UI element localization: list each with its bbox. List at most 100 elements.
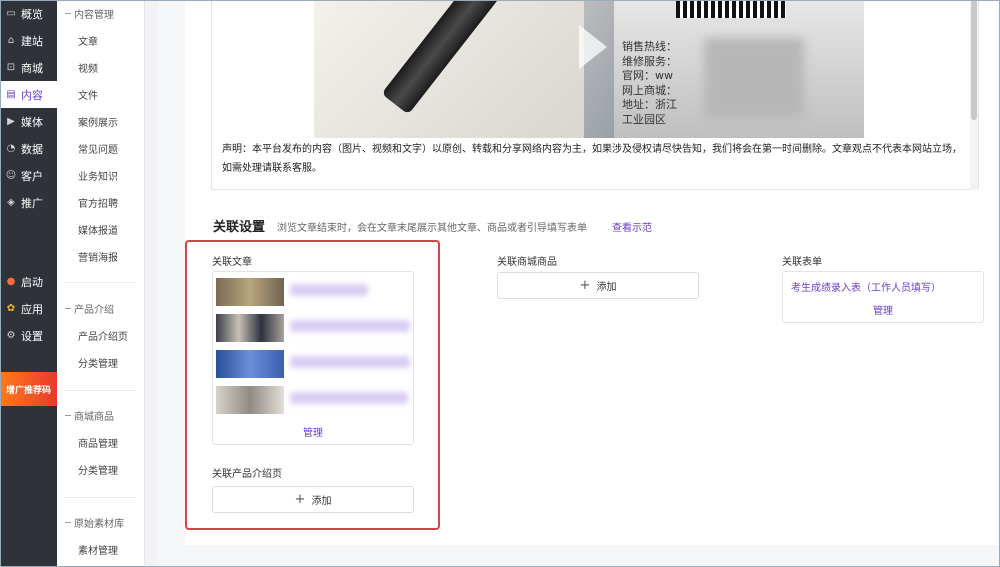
subnav-item-posters[interactable]: 营销海报 [57, 243, 145, 270]
nav-item-label: 推广 [21, 196, 43, 210]
nav-item-overview[interactable]: ▭ 概览 [0, 0, 57, 27]
add-mall-goods-button[interactable]: + 添加 [497, 272, 699, 299]
nav-item-label: 建站 [21, 34, 43, 48]
divider [65, 390, 135, 391]
blurred-title [290, 356, 410, 368]
nav-item-apps[interactable]: ✿ 应用 [0, 295, 57, 322]
list-item[interactable] [216, 386, 412, 414]
promo-badge[interactable]: 增广推荐码 [0, 372, 57, 406]
nav-item-content[interactable]: ▤ 内容 [0, 81, 57, 108]
group-title: 原始素材库 [57, 509, 145, 536]
related-product-page-label: 关联产品介绍页 [212, 469, 282, 480]
group-title-label: 原始素材库 [74, 519, 124, 530]
subnav-item-knowledge[interactable]: 业务知识 [57, 162, 145, 189]
subnav-group-mall: 商城商品 商品管理 分类管理 [57, 402, 145, 483]
scrollbar-thumb[interactable] [971, 0, 977, 120]
blurred-title [290, 320, 410, 332]
nav-item-label: 应用 [21, 302, 43, 316]
article-statement: 声明：本平台发布的内容（图片、视频和文字）以原创、转载和分享网络内容为主，如果涉… [222, 144, 962, 174]
home-icon: ⌂ [7, 35, 15, 46]
list-item[interactable] [216, 314, 412, 342]
rocket-icon: ● [6, 276, 16, 287]
nav-item-site[interactable]: ⌂ 建站 [0, 27, 57, 54]
dash-icon [65, 13, 71, 14]
group-title: 商城商品 [57, 402, 145, 429]
apps-icon: ✿ [6, 303, 16, 314]
nav-item-promote[interactable]: ◈ 推广 [0, 189, 57, 216]
nav-item-label: 启动 [21, 275, 43, 289]
group-title: 产品介绍 [57, 295, 145, 322]
article-preview[interactable]: 销售热线： 维修服务： 官网：ww 网上商城： 地址：浙江 工业园区 声明：本平… [211, 0, 979, 190]
subnav-group-material: 原始素材库 素材管理 [57, 509, 145, 563]
subnav-item-cases[interactable]: 案例展示 [57, 108, 145, 135]
nav-item-label: 数据 [21, 142, 43, 156]
subnav-item-article[interactable]: 文章 [57, 27, 145, 54]
nav-item-media[interactable]: ▶ 媒体 [0, 108, 57, 135]
subnav-item-faq[interactable]: 常见问题 [57, 135, 145, 162]
subnav-item-video[interactable]: 视频 [57, 54, 145, 81]
subnav-item-product-category[interactable]: 分类管理 [57, 349, 145, 376]
article-thumbnail [216, 386, 284, 414]
article-thumbnail [216, 314, 284, 342]
form-name-link[interactable]: 考生成绩录入表（工作人员填写） [791, 279, 941, 294]
view-example-link[interactable]: 查看示范 [612, 219, 652, 234]
list-item[interactable] [216, 350, 412, 378]
divider [65, 497, 135, 498]
nav-item-customer[interactable]: ☺ 客户 [0, 162, 57, 189]
nav-item-label: 客户 [21, 169, 43, 183]
group-title-label: 产品介绍 [74, 305, 114, 316]
list-item[interactable] [216, 278, 412, 306]
nav-item-launch[interactable]: ● 启动 [0, 268, 57, 295]
related-articles-label: 关联文章 [212, 257, 252, 268]
document-icon: ▤ [6, 89, 16, 100]
gear-icon: ⚙ [6, 330, 16, 341]
subnav-item-goods-category[interactable]: 分类管理 [57, 456, 145, 483]
section-title: 关联设置 [213, 220, 266, 235]
dash-icon [65, 522, 71, 523]
article-image: 销售热线： 维修服务： 官网：ww 网上商城： 地址：浙江 工业园区 [314, 0, 864, 138]
dash-icon [65, 308, 71, 309]
qr-code-image [676, 0, 786, 18]
related-form-box: 考生成绩录入表（工作人员填写） 管理 [782, 271, 984, 323]
manage-articles-link[interactable]: 管理 [213, 424, 413, 439]
sub-nav: 内容管理 文章 视频 文件 案例展示 常见问题 业务知识 官方招聘 媒体报道 营… [57, 0, 145, 567]
nav-item-label: 设置 [21, 329, 43, 343]
subnav-item-press[interactable]: 媒体报道 [57, 216, 145, 243]
blurred-title [290, 284, 368, 296]
group-title-label: 商城商品 [74, 412, 114, 423]
subnav-item-file[interactable]: 文件 [57, 81, 145, 108]
nav-item-settings[interactable]: ⚙ 设置 [0, 322, 57, 349]
play-icon: ▶ [7, 116, 15, 127]
card-text: 销售热线： 维修服务： 官网：ww 网上商城： 地址：浙江 工业园区 [622, 40, 677, 126]
shop-icon: ⊡ [6, 62, 16, 73]
related-form-label: 关联表单 [782, 257, 822, 268]
nav-item-label: 内容 [21, 88, 43, 102]
content-card: 销售热线： 维修服务： 官网：ww 网上商城： 地址：浙江 工业园区 声明：本平… [185, 0, 1000, 545]
related-articles-box: 管理 [212, 271, 414, 445]
blurred-block [704, 38, 804, 118]
nav-item-label: 商城 [21, 61, 43, 75]
nav-lower-group: ● 启动 ✿ 应用 ⚙ 设置 [0, 268, 57, 349]
add-label: 添加 [311, 496, 332, 507]
subnav-group-content: 内容管理 文章 视频 文件 案例展示 常见问题 业务知识 官方招聘 媒体报道 营… [57, 0, 145, 270]
subnav-item-jobs[interactable]: 官方招聘 [57, 189, 145, 216]
nav-item-label: 概览 [21, 7, 43, 21]
article-thumbnail [216, 278, 284, 306]
tag-icon: ◈ [7, 197, 15, 208]
nav-item-mall[interactable]: ⊡ 商城 [0, 54, 57, 81]
nav-item-label: 媒体 [21, 115, 43, 129]
scrollbar[interactable] [970, 0, 978, 190]
subnav-item-goods[interactable]: 商品管理 [57, 429, 145, 456]
main-area: 销售热线： 维修服务： 官网：ww 网上商城： 地址：浙江 工业园区 声明：本平… [157, 0, 1000, 567]
manage-form-link[interactable]: 管理 [783, 302, 983, 317]
nav-item-data[interactable]: ◔ 数据 [0, 135, 57, 162]
blurred-title [290, 392, 408, 404]
add-product-page-button[interactable]: + 添加 [212, 486, 414, 513]
monitor-icon: ▭ [6, 8, 16, 19]
subnav-item-material[interactable]: 素材管理 [57, 536, 145, 563]
article-thumbnail [216, 350, 284, 378]
user-icon: ☺ [5, 170, 17, 181]
section-hint: 浏览文章结束时，会在文章末尾展示其他文章、商品或者引导填写表单 [277, 223, 587, 234]
chart-icon: ◔ [6, 143, 16, 154]
subnav-item-product-page[interactable]: 产品介绍页 [57, 322, 145, 349]
